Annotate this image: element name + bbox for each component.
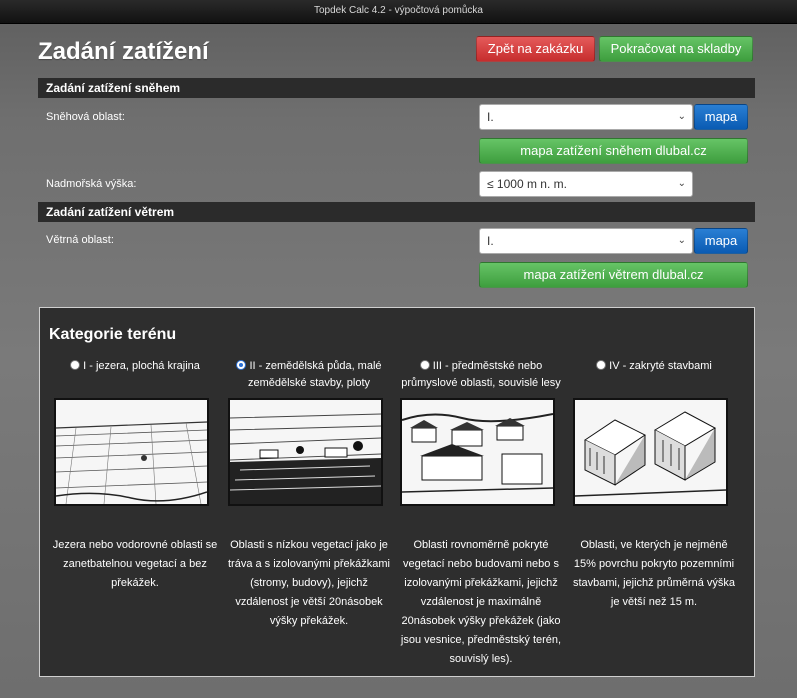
wind-area-label: Větrná oblast: — [46, 234, 114, 246]
window-titlebar: Topdek Calc 4.2 - výpočtová pomůcka — [0, 0, 797, 24]
wind-area-select[interactable]: I. ⌄ — [479, 228, 693, 254]
terrain-option-label: I - jezera, plochá krajina — [83, 360, 200, 372]
radio-button-selected[interactable] — [236, 360, 247, 370]
chevron-down-icon: ⌄ — [677, 235, 686, 246]
terrain-illustration-flat — [54, 398, 209, 506]
radio-button[interactable] — [70, 360, 81, 370]
radio-button[interactable] — [596, 360, 607, 370]
chevron-down-icon: ⌄ — [677, 111, 686, 122]
wind-area-value: I. — [487, 234, 494, 248]
radio-button[interactable] — [419, 360, 430, 370]
terrain-category-3: III - předměstské nebo průmyslové oblast… — [395, 358, 567, 665]
terrain-option-label: IV - zakryté stavbami — [609, 360, 712, 372]
terrain-description-2: Oblasti s nízkou vegetací jako je tráva … — [227, 539, 390, 627]
terrain-category-4: IV - zakryté stavbami Oblasti, ve kterýc… — [568, 358, 740, 608]
altitude-value: ≤ 1000 m n. m. — [487, 177, 567, 191]
terrain-option-1[interactable]: I - jezera, plochá krajina — [49, 358, 221, 392]
snow-area-select[interactable]: I. ⌄ — [479, 104, 693, 130]
page-title: Zadání zatížení — [38, 38, 209, 65]
window-title: Topdek Calc 4.2 - výpočtová pomůcka — [314, 5, 483, 16]
chevron-down-icon: ⌄ — [677, 178, 686, 189]
terrain-illustration-urban — [573, 398, 728, 506]
terrain-description-4: Oblasti, ve kterých je nejméně 15% povrc… — [572, 539, 735, 608]
terrain-illustration-suburban — [400, 398, 555, 506]
snow-dlubal-map-button[interactable]: mapa zatížení sněhem dlubal.cz — [479, 138, 748, 164]
wind-dlubal-map-button[interactable]: mapa zatížení větrem dlubal.cz — [479, 262, 748, 288]
terrain-option-3[interactable]: III - předměstské nebo průmyslové oblast… — [395, 358, 567, 392]
snow-map-button[interactable]: mapa — [694, 104, 748, 130]
terrain-description-3: Oblasti rovnoměrně pokryté vegetací nebo… — [400, 539, 562, 665]
terrain-option-2[interactable]: II - zemědělská půda, malé zemědělské st… — [223, 358, 395, 392]
back-to-order-button[interactable]: Zpět na zakázku — [476, 36, 595, 62]
wind-map-button[interactable]: mapa — [694, 228, 748, 254]
terrain-category-1: I - jezera, plochá krajina Jezera nebo v… — [49, 358, 221, 589]
terrain-illustration-farmland — [228, 398, 383, 506]
terrain-category-panel: Kategorie terénu I - jezera, plochá kraj… — [39, 307, 755, 677]
terrain-option-label: II - zemědělská půda, malé zemědělské st… — [247, 360, 382, 389]
continue-to-compositions-button[interactable]: Pokračovat na skladby — [599, 36, 753, 62]
altitude-select[interactable]: ≤ 1000 m n. m. ⌄ — [479, 171, 693, 197]
terrain-option-4[interactable]: IV - zakryté stavbami — [568, 358, 740, 392]
terrain-description-1: Jezera nebo vodorovné oblasti se zanetba… — [52, 539, 218, 589]
wind-section-header: Zadání zatížení větrem — [38, 202, 755, 222]
terrain-category-title: Kategorie terénu — [49, 326, 177, 343]
altitude-label: Nadmořská výška: — [46, 178, 137, 190]
snow-section-header: Zadání zatížení sněhem — [38, 78, 755, 98]
snow-area-value: I. — [487, 110, 494, 124]
snow-area-label: Sněhová oblast: — [46, 111, 125, 123]
terrain-category-2: II - zemědělská půda, malé zemědělské st… — [223, 358, 395, 627]
